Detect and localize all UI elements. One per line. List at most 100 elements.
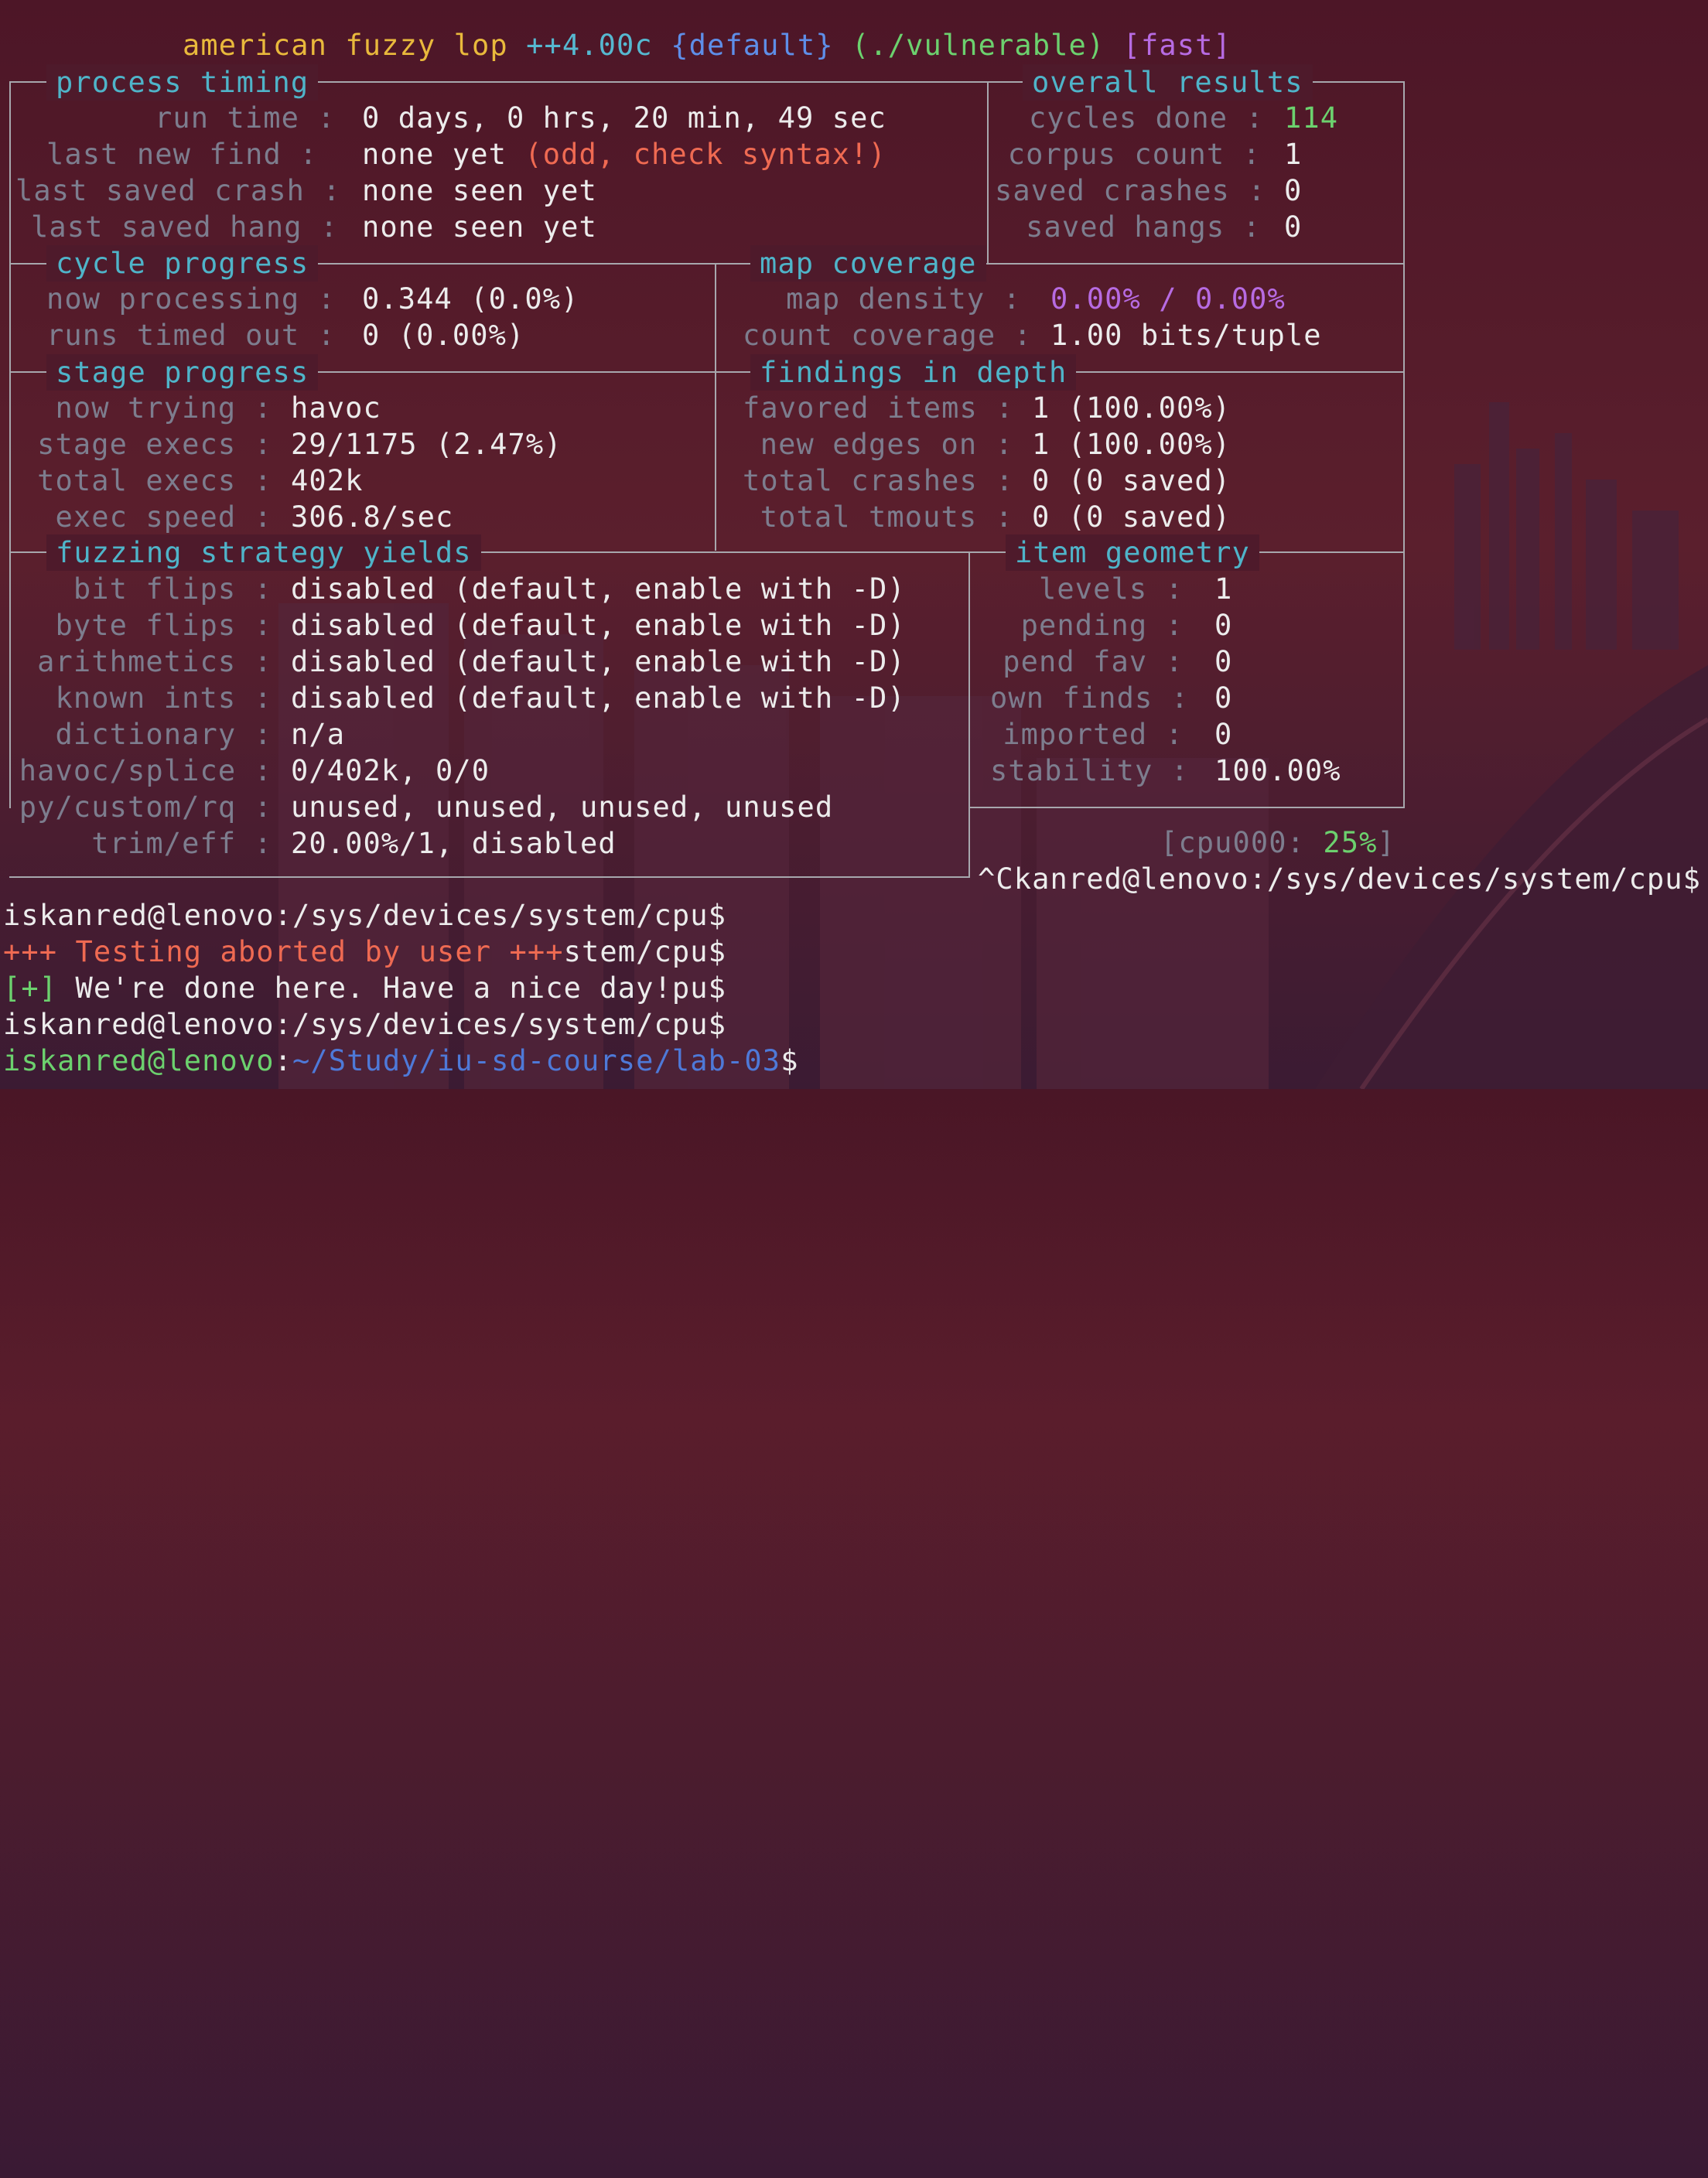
pending-label: pending : [1020, 609, 1184, 642]
map-density-label: map density : [786, 282, 1021, 316]
bit-flips-value: disabled (default, enable with -D) [291, 572, 906, 606]
stability-value: 100.00% [1214, 754, 1341, 787]
last-saved-hang-value: none seen yet [362, 210, 597, 244]
last-saved-crash-value: none seen yet [362, 174, 597, 207]
exec-speed-label: exec speed : [55, 500, 272, 534]
pending-value: 0 [1214, 609, 1233, 642]
saved-hangs-value: 0 [1284, 210, 1303, 244]
section-map-coverage: map coverage [750, 245, 986, 282]
cpu-label: [cpu000: [1160, 826, 1306, 859]
divider [715, 263, 716, 551]
favored-items-value: 1 (100.00%) [1032, 391, 1231, 425]
shell-line: iskanred@lenovo:/sys/devices/system/cpu$ [3, 899, 727, 932]
stability-label: stability : [990, 754, 1190, 787]
shell-done-line: [+] We're done here. Have a nice day!pu$ [3, 970, 726, 1006]
afl-name: american fuzzy lop [183, 29, 508, 62]
trim-eff-label: trim/eff : [91, 827, 272, 860]
section-item-geometry: item geometry [1006, 534, 1259, 571]
stage-execs-label: stage execs : [37, 428, 272, 461]
total-tmouts-value: 0 (0 saved) [1032, 500, 1231, 534]
section-overall-results: overall results [1023, 64, 1313, 101]
count-coverage-label: count coverage : [743, 319, 1033, 352]
done-message: We're done here. Have a nice day! [57, 971, 672, 1005]
dictionary-value: n/a [291, 718, 346, 751]
prompt-dollar: $ [781, 1044, 799, 1077]
afl-mode: [fast] [1122, 29, 1231, 62]
new-edges-on-value: 1 (100.00%) [1032, 428, 1231, 461]
saved-crashes-value: 0 [1284, 174, 1303, 207]
saved-crashes-label: saved crashes : [995, 174, 1266, 207]
divider [968, 551, 970, 878]
pend-fav-value: 0 [1214, 645, 1233, 678]
now-processing-label: now processing : [46, 282, 336, 316]
known-ints-label: known ints : [55, 681, 272, 715]
imported-label: imported : [1003, 718, 1184, 751]
section-stage-progress: stage progress [46, 354, 319, 391]
runs-timed-out-value: 0 (0.00%) [362, 319, 525, 352]
prompt-user: iskanred@lenovo [3, 1044, 275, 1077]
favored-items-label: favored items : [743, 391, 1014, 425]
section-fuzzing-strategy-yields: fuzzing strategy yields [46, 534, 481, 571]
cycles-done-value: 114 [1284, 101, 1339, 135]
arithmetics-label: arithmetics : [37, 645, 272, 678]
prompt-path: ~/Study/iu-sd-course/lab-03 [292, 1044, 781, 1077]
now-processing-value: 0.344 (0.0%) [362, 282, 579, 316]
total-crashes-label: total crashes : [743, 464, 1014, 497]
total-tmouts-label: total tmouts : [760, 500, 1013, 534]
count-coverage-value: 1.00 bits/tuple [1050, 319, 1322, 352]
now-trying-value: havoc [291, 391, 381, 425]
own-finds-label: own finds : [990, 681, 1190, 715]
levels-label: levels : [1038, 572, 1184, 606]
cpu-value: 25% [1323, 826, 1378, 859]
bit-flips-label: bit flips : [73, 572, 272, 606]
now-trying-label: now trying : [55, 391, 272, 425]
runs-timed-out-label: runs timed out : [46, 319, 336, 352]
map-density-value: 0.00% / 0.00% [1050, 282, 1286, 316]
byte-flips-label: byte flips : [55, 609, 272, 642]
run-time-value: 0 days, 0 hrs, 20 min, 49 sec [362, 101, 886, 135]
levels-value: 1 [1214, 572, 1233, 606]
py-custom-rq-label: py/custom/rq : [19, 790, 272, 824]
terminal[interactable]: american fuzzy lop ++4.00c {default} (./… [0, 0, 1708, 1089]
cpu-bracket: ] [1377, 826, 1395, 859]
stage-execs-value: 29/1175 (2.47%) [291, 428, 562, 461]
section-process-timing: process timing [46, 64, 319, 101]
pend-fav-label: pend fav : [1003, 645, 1184, 678]
done-prefix: [+] [3, 971, 58, 1005]
aborted-message: +++ Testing aborted by user +++ [3, 935, 564, 968]
shell-line: iskanred@lenovo:/sys/devices/system/cpu$ [3, 1008, 727, 1041]
divider [968, 807, 1403, 808]
section-cycle-progress: cycle progress [46, 245, 319, 282]
byte-flips-value: disabled (default, enable with -D) [291, 609, 906, 642]
total-execs-label: total execs : [37, 464, 272, 497]
last-new-find-value: none yet (odd, check syntax!) [362, 136, 886, 172]
prompt-colon: : [274, 1044, 293, 1077]
saved-hangs-label: saved hangs : [1026, 210, 1261, 244]
last-saved-crash-label: last saved crash : [15, 174, 341, 207]
shell-aborted-line: +++ Testing aborted by user +++stem/cpu$ [3, 934, 726, 970]
py-custom-rq-value: unused, unused, unused, unused [291, 790, 834, 824]
run-time-label: run time : [155, 101, 336, 135]
cycles-done-label: cycles done : [1029, 101, 1264, 135]
last-new-find-label: last new find : [46, 138, 318, 171]
trim-eff-value: 20.00%/1, disabled [291, 827, 617, 860]
afl-version: ++4.00c [526, 29, 653, 62]
shell-ctrl-c-line: ^Ckanred@lenovo:/sys/devices/system/cpu$ [978, 862, 1702, 896]
total-crashes-value: 0 (0 saved) [1032, 464, 1231, 497]
afl-profile: {default} [671, 29, 834, 62]
imported-value: 0 [1214, 718, 1233, 751]
exec-speed-value: 306.8/sec [291, 500, 454, 534]
arithmetics-value: disabled (default, enable with -D) [291, 645, 906, 678]
own-finds-value: 0 [1214, 681, 1233, 715]
last-saved-hang-label: last saved hang : [31, 210, 339, 244]
section-findings-in-depth: findings in depth [750, 354, 1077, 391]
havoc-splice-value: 0/402k, 0/0 [291, 754, 490, 787]
dictionary-label: dictionary : [55, 718, 272, 751]
syntax-warning: (odd, check syntax!) [524, 138, 886, 171]
corpus-count-value: 1 [1284, 138, 1303, 171]
new-edges-on-label: new edges on : [760, 428, 1013, 461]
shell-prompt[interactable]: iskanred@lenovo:~/Study/iu-sd-course/lab… [3, 1043, 799, 1079]
total-execs-value: 402k [291, 464, 364, 497]
afl-title: american fuzzy lop ++4.00c {default} (./… [183, 27, 1231, 63]
havoc-splice-label: havoc/splice : [19, 754, 272, 787]
